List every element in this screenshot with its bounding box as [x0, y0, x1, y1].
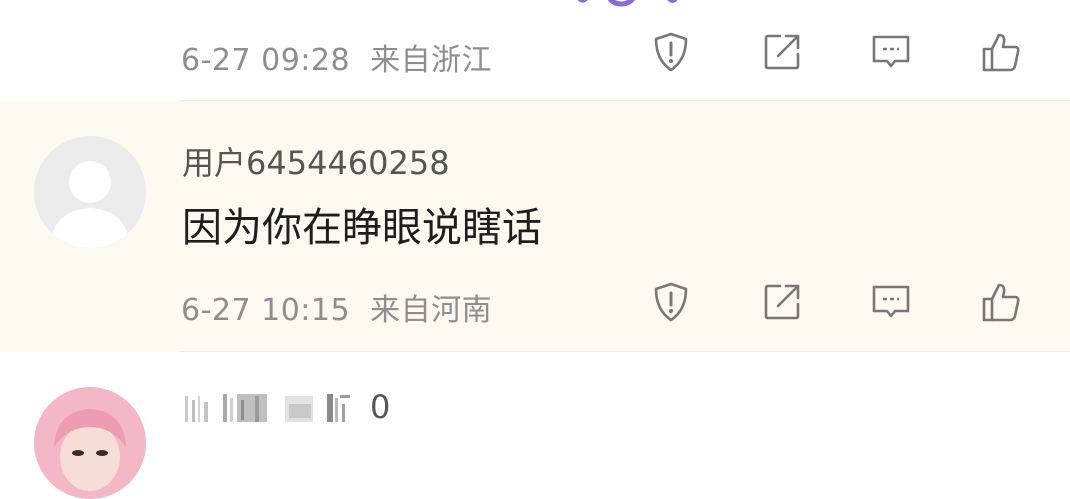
- blurred-username: [185, 394, 350, 422]
- like-thumb-icon: [982, 33, 1020, 72]
- avatar-photo: [34, 387, 146, 499]
- report-button[interactable]: [646, 27, 696, 77]
- forward-button[interactable]: [757, 27, 807, 77]
- comment-icon: [872, 35, 910, 68]
- avatar[interactable]: [34, 136, 146, 248]
- comment-button[interactable]: [866, 27, 916, 77]
- like-button[interactable]: [976, 277, 1026, 327]
- comment-text: 因为你在睁眼说瞎话: [182, 205, 542, 251]
- report-shield-icon: [654, 282, 688, 322]
- forward-icon: [764, 34, 800, 70]
- forward-icon: [764, 284, 800, 320]
- forward-button[interactable]: [757, 277, 807, 327]
- report-shield-icon: [654, 32, 688, 72]
- emoji-fragment: [577, 0, 677, 7]
- comment-actions: [0, 272, 1070, 332]
- divider: [180, 351, 1070, 352]
- avatar[interactable]: [34, 387, 146, 499]
- username[interactable]: 用户6454460258: [182, 138, 450, 184]
- like-thumb-icon: [982, 283, 1020, 322]
- username-suffix: 0: [370, 388, 391, 426]
- default-avatar-icon: [50, 161, 130, 248]
- report-button[interactable]: [646, 277, 696, 327]
- like-button[interactable]: [976, 27, 1026, 77]
- comment-icon: [872, 285, 910, 318]
- comment-button[interactable]: [866, 277, 916, 327]
- comment-actions: [0, 22, 1070, 82]
